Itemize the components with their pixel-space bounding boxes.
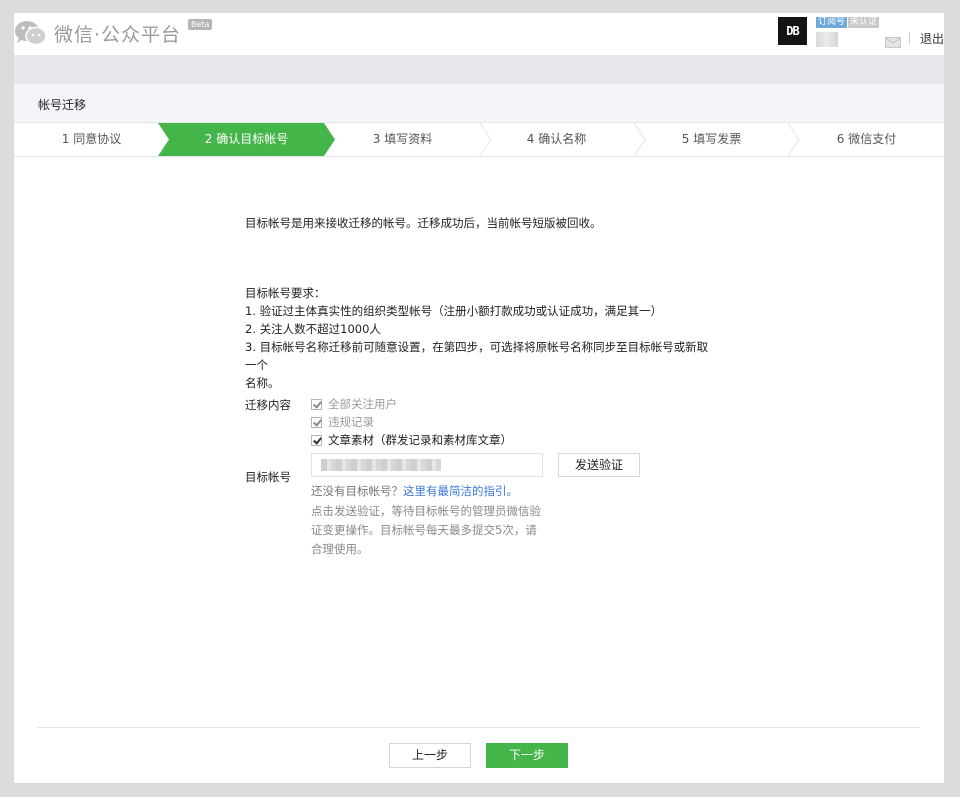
step-5: 5 填写发票 [681, 132, 742, 146]
account-type-badge: 订阅号 [816, 17, 848, 28]
step-3: 3 填写资料 [372, 132, 433, 146]
top-header: 微信·公众平台 Beta DB 订阅号 未认证 退出 [14, 13, 944, 55]
checkbox-label: 违规记录 [328, 415, 374, 429]
migrate-item-articles[interactable]: 文章素材（群发记录和素材库文章） [311, 432, 512, 448]
main-content: 帐号迁移 1 同意协议 2 确认目标帐号 3 填写资料 4 确认名称 5 填写发… [14, 83, 944, 783]
nav-bar [14, 55, 944, 83]
app-title: 微信·公众平台 [54, 23, 182, 46]
verification-hint: 点击发送验证，等待目标帐号的管理员微信验证变更操作。目标帐号每天最多提交5次，请… [311, 504, 541, 556]
footer-divider [37, 727, 920, 728]
no-account-text: 还没有目标帐号？这里有最简洁的指引。 [311, 483, 518, 499]
header-divider [909, 32, 910, 45]
target-account-input[interactable] [311, 453, 543, 477]
wechat-logo-icon [14, 19, 48, 47]
account-avatar[interactable]: DB [778, 17, 807, 45]
migrate-item-followers: 全部关注用户 [311, 396, 397, 412]
logout-link[interactable]: 退出 [920, 30, 944, 47]
prev-step-button[interactable]: 上一步 [389, 743, 471, 768]
beta-badge: Beta [188, 19, 213, 30]
mail-icon[interactable] [885, 33, 901, 48]
requirements-title: 目标帐号要求： [245, 286, 326, 300]
send-verification-button[interactable]: 发送验证 [558, 453, 640, 477]
checkbox-label: 全部关注用户 [328, 397, 397, 411]
migrate-content-label: 迁移内容 [245, 398, 291, 412]
checkbox-articles[interactable] [311, 434, 322, 446]
target-account-value-redacted [321, 459, 441, 471]
target-account-label: 目标帐号 [245, 470, 291, 484]
browser-viewport: 微信·公众平台 Beta DB 订阅号 未认证 退出 帐号迁移 1 同意协议 2… [14, 13, 944, 783]
requirement-item: 名称。 [245, 376, 280, 390]
requirement-item: 3. 目标帐号名称迁移前可随意设置，在第四步，可选择将原帐号名称同步至目标帐号或… [245, 340, 709, 372]
requirements: 目标帐号要求： 1. 验证过主体真实性的组织类型帐号（注册小额打款成功或认证成功… [245, 284, 715, 392]
account-name-redacted[interactable] [816, 32, 838, 47]
logo[interactable]: 微信·公众平台 [14, 19, 181, 47]
checkbox-violations [311, 416, 322, 428]
requirement-item: 1. 验证过主体真实性的组织类型帐号（注册小额打款成功或认证成功，满足其一） [245, 304, 663, 318]
checkbox-followers [311, 398, 322, 410]
page-title-bar: 帐号迁移 [14, 83, 944, 123]
next-step-button[interactable]: 下一步 [486, 743, 568, 768]
requirement-item: 2. 关注人数不超过1000人 [245, 322, 381, 336]
step-4: 4 确认名称 [526, 132, 587, 146]
account-auth-badge: 未认证 [848, 17, 880, 28]
no-account-prompt: 还没有目标帐号？ [311, 484, 403, 498]
step-indicator: 1 同意协议 2 确认目标帐号 3 填写资料 4 确认名称 5 填写发票 6 微… [14, 123, 944, 157]
step-2: 2 确认目标帐号 [204, 132, 289, 146]
guide-link[interactable]: 这里有最简洁的指引。 [403, 484, 518, 498]
intro-text: 目标帐号是用来接收迁移的帐号。迁移成功后，当前帐号短版被回收。 [245, 216, 602, 230]
step-6: 6 微信支付 [836, 132, 897, 146]
step-1: 1 同意协议 [61, 132, 122, 146]
checkbox-label[interactable]: 文章素材（群发记录和素材库文章） [328, 432, 512, 448]
page-title: 帐号迁移 [38, 98, 87, 112]
migrate-item-violations: 违规记录 [311, 414, 374, 430]
